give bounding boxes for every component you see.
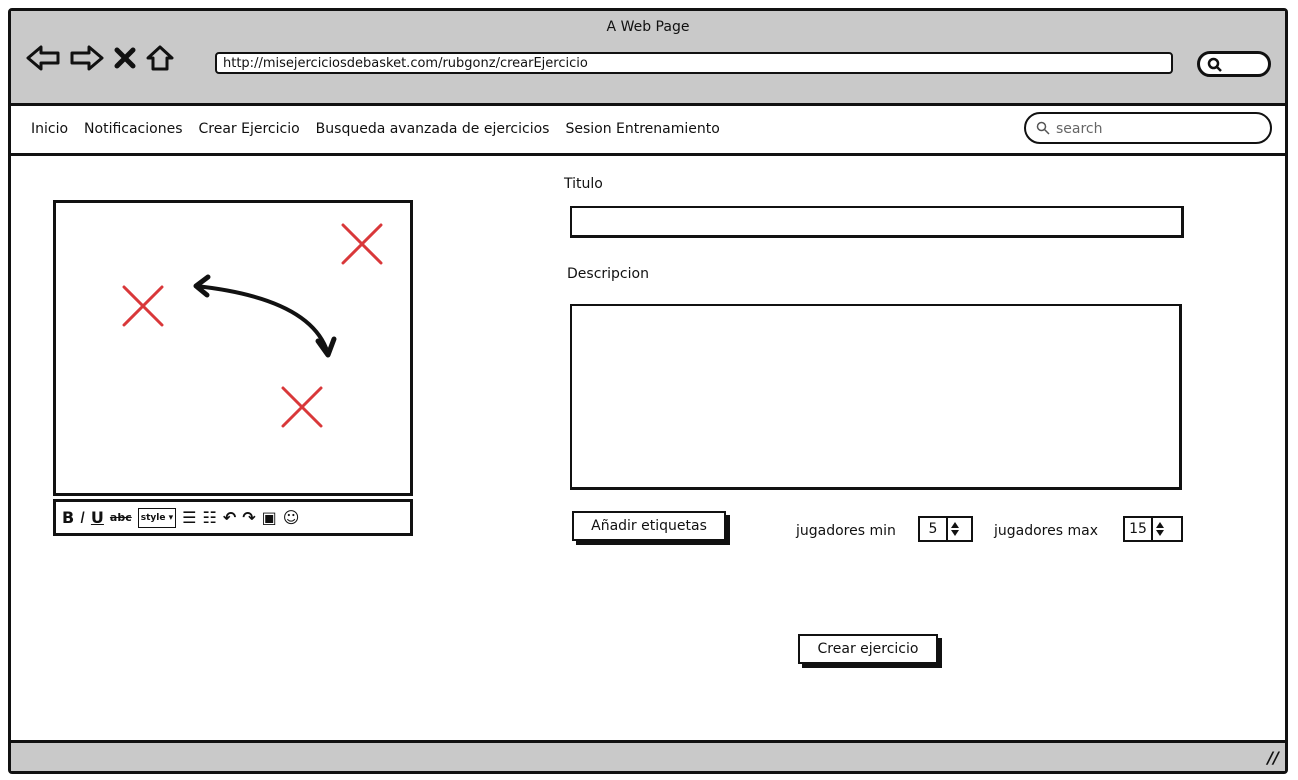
drawing-canvas[interactable] — [53, 200, 413, 496]
underline-icon[interactable]: U — [91, 508, 104, 527]
site-search-input[interactable] — [1054, 118, 1258, 140]
search-icon — [1036, 121, 1050, 135]
description-field[interactable] — [570, 304, 1182, 490]
nav-item-crear-ejercicio[interactable]: Crear Ejercicio — [199, 121, 300, 137]
numbered-list-icon[interactable]: ☷ — [202, 508, 216, 527]
players-min-stepper[interactable]: 5 — [918, 516, 973, 542]
forward-arrow-icon[interactable] — [69, 44, 105, 72]
players-max-label: jugadores max — [994, 523, 1098, 539]
nav-item-sesion-entrenamiento[interactable]: Sesion Entrenamiento — [565, 121, 719, 137]
player-marker-top-right[interactable] — [341, 223, 383, 265]
nav-item-busqueda-avanzada[interactable]: Busqueda avanzada de ejercicios — [316, 121, 550, 137]
browser-window: A Web Page http://misejerciciosdebasket.… — [8, 8, 1288, 774]
create-exercise-button[interactable]: Crear ejercicio — [798, 634, 938, 664]
browser-search-button[interactable] — [1197, 51, 1271, 77]
players-max-stepper[interactable]: 15 — [1123, 516, 1183, 542]
player-marker-bottom[interactable] — [281, 386, 323, 428]
nav-item-notificaciones[interactable]: Notificaciones — [84, 121, 182, 137]
pass-arrow[interactable] — [193, 274, 337, 358]
player-marker-left[interactable] — [122, 285, 164, 327]
strikethrough-icon[interactable]: abc — [110, 509, 132, 527]
redo-icon[interactable]: ↷ — [242, 508, 255, 527]
emoji-icon[interactable]: ☺ — [283, 508, 300, 527]
bullet-list-icon[interactable]: ☰ — [182, 508, 196, 527]
description-label: Descripcion — [567, 266, 649, 282]
title-label: Titulo — [564, 176, 603, 192]
browser-titlebar: A Web Page http://misejerciciosdebasket.… — [11, 11, 1285, 106]
site-search-box — [1024, 112, 1272, 144]
search-icon — [1207, 57, 1222, 72]
italic-icon[interactable]: I — [80, 508, 85, 527]
title-field[interactable] — [570, 206, 1184, 238]
browser-statusbar: // — [11, 740, 1285, 771]
players-min-label: jugadores min — [796, 523, 896, 539]
nav-item-inicio[interactable]: Inicio — [31, 121, 68, 137]
stepper-arrows-icon[interactable] — [1151, 518, 1167, 540]
stepper-arrows-icon[interactable] — [946, 518, 962, 540]
add-tags-button[interactable]: Añadir etiquetas — [572, 511, 726, 541]
players-min-value: 5 — [928, 521, 938, 537]
bold-icon[interactable]: B — [62, 508, 74, 527]
main-navigation: Inicio Notificaciones Crear Ejercicio Bu… — [31, 121, 720, 137]
back-arrow-icon[interactable] — [25, 44, 61, 72]
browser-nav-buttons — [25, 40, 175, 76]
title-input[interactable] — [572, 208, 1181, 235]
close-icon[interactable] — [113, 44, 137, 72]
image-icon[interactable]: ▣ — [262, 508, 277, 527]
style-dropdown[interactable]: style ▾ — [137, 507, 177, 528]
window-title: A Web Page — [606, 19, 690, 35]
site-menubar: Inicio Notificaciones Crear Ejercicio Bu… — [11, 106, 1285, 156]
home-icon[interactable] — [145, 44, 175, 72]
style-dropdown-label: style — [140, 512, 166, 523]
description-input[interactable] — [572, 306, 1179, 487]
undo-icon[interactable]: ↶ — [223, 508, 236, 527]
resize-grip-icon[interactable]: // — [1267, 748, 1279, 767]
editor-toolbar: B I U abc style ▾ ☰ ☷ ↶ ↷ ▣ ☺ — [53, 499, 413, 536]
players-max-value: 15 — [1129, 521, 1147, 537]
url-bar[interactable]: http://misejerciciosdebasket.com/rubgonz… — [215, 52, 1173, 74]
